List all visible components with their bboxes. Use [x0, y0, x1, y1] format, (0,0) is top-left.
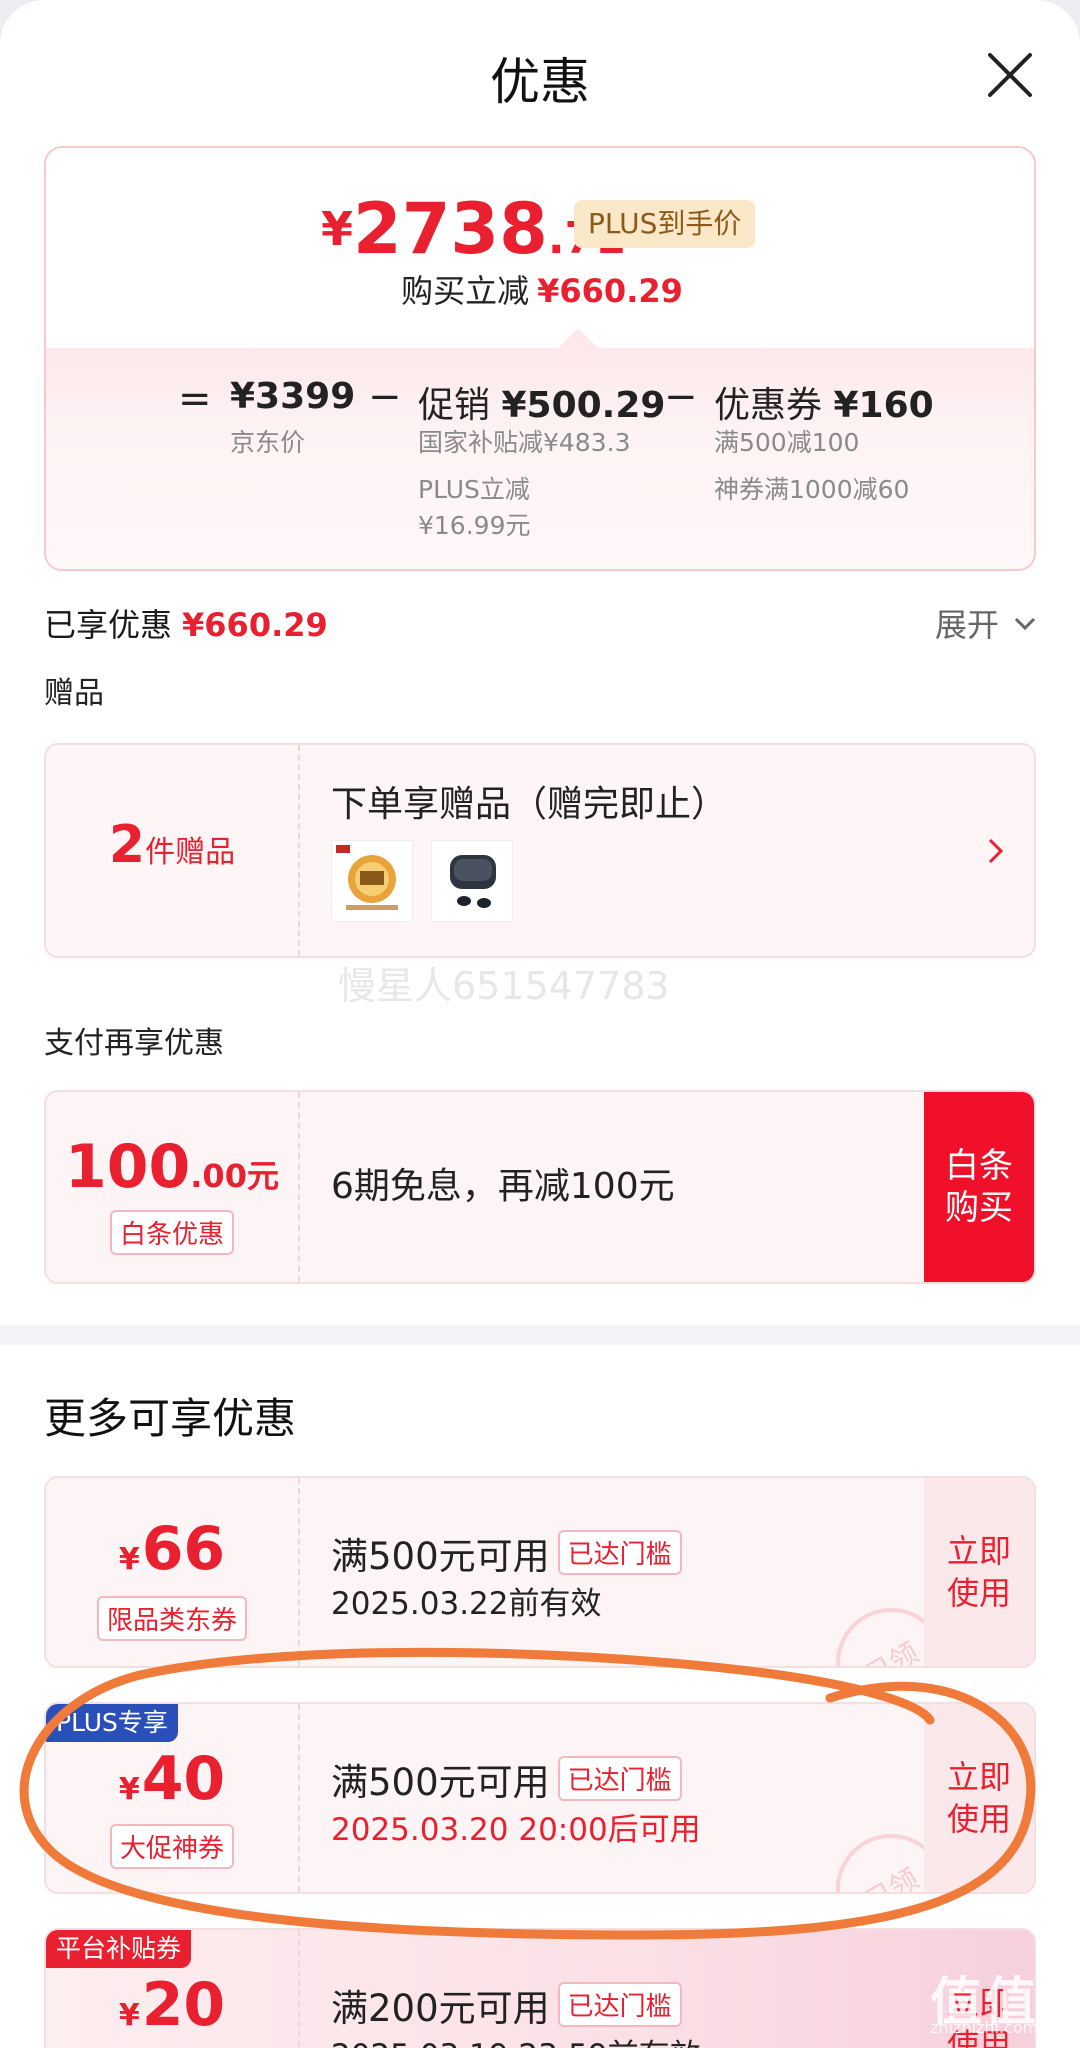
coupon-amount: ¥66 — [118, 1514, 226, 1584]
coupon-type-wrap: 大促神券 — [46, 1824, 298, 1869]
card-divider — [298, 1930, 300, 2048]
coupon-amount-wrap: ¥66 — [46, 1514, 298, 1584]
baitiao-description: 6期免息，再减100元 — [331, 1166, 675, 1207]
coupon-validity: 2025.03.20 20:00后可用 — [331, 1812, 701, 1848]
coupon-detail-2: 神券满1000减60 — [714, 475, 910, 504]
baitiao-amount-integer: 100 — [65, 1132, 191, 1202]
use-now-button[interactable]: 立即使用 — [924, 1704, 1034, 1892]
equals-sign: = — [178, 376, 212, 422]
user-watermark: 慢星人651547783 — [338, 964, 670, 1008]
gift-title: 下单享赠品（赠完即止） — [331, 784, 728, 825]
use-now-label: 立即使用 — [946, 1758, 1011, 1838]
coupon-amount-wrap: ¥40 — [46, 1744, 298, 1814]
coupon-amount-value: 66 — [141, 1514, 226, 1584]
gift-badge-image — [331, 840, 413, 922]
baitiao-buy-label: 白条购买 — [945, 1146, 1013, 1228]
coupon-total: 优惠券 ¥160 — [714, 376, 934, 428]
coupon-amount-wrap: ¥20 — [46, 1970, 298, 2040]
baitiao-amount-decimal: .00元 — [190, 1157, 279, 1195]
coupon-type-tag: 限品类东券 — [96, 1596, 247, 1641]
card-divider — [298, 1704, 300, 1892]
promo-label: 促销 — [418, 385, 491, 426]
coupon-validity: 2025.03.22前有效 — [331, 1586, 602, 1622]
close-icon[interactable] — [985, 50, 1035, 100]
coupon-condition: 满500元可用 已达门槛 — [331, 1526, 682, 1580]
promo-national-subsidy: 国家补贴减¥483.3 — [418, 428, 631, 457]
baitiao-tag-wrap: 白条优惠 — [46, 1210, 298, 1255]
baitiao-buy-button[interactable]: 白条购买 — [924, 1092, 1034, 1282]
buy-discount-value: ¥660.29 — [537, 272, 683, 310]
gifts-section-label: 赠品 — [44, 676, 104, 711]
expand-button[interactable]: 展开 — [935, 600, 1037, 646]
coupon-condition-text: 满500元可用 — [331, 1761, 550, 1804]
more-offers-title: 更多可享优惠 — [44, 1394, 297, 1443]
coupon-type-wrap: 限品类东券 — [46, 1596, 298, 1641]
coupon-condition: 满500元可用 已达门槛 — [331, 1752, 682, 1806]
coupon-type-tag: 大促神券 — [109, 1824, 234, 1869]
plus-price-tag: PLUS到手价 — [574, 200, 756, 248]
promo-value: ¥500.29 — [501, 385, 666, 426]
enjoyed-discount: 已享优惠 ¥660.29 — [44, 600, 328, 646]
coupon-amount-value: 20 — [141, 1970, 226, 2040]
plus-exclusive-badge: PLUS专享 — [46, 1704, 178, 1742]
threshold-tag: 已达门槛 — [557, 1982, 682, 2027]
card-divider — [298, 1478, 300, 1666]
coupon-condition: 满200元可用 已达门槛 — [331, 1978, 682, 2032]
final-price-integer: 2738 — [353, 188, 548, 270]
final-price-currency: ¥ — [321, 202, 354, 256]
chevron-right-icon — [988, 838, 1004, 864]
jd-price: ¥3399 — [230, 376, 355, 417]
gift-count-unit: 件赠品 — [145, 835, 236, 870]
buy-discount-label: 购买立减 — [401, 272, 530, 310]
coupon-condition-text: 满200元可用 — [331, 1987, 550, 2030]
baitiao-card[interactable]: 100.00元 白条优惠 6期免息，再减100元 白条购买 — [44, 1090, 1036, 1284]
gift-count-number: 2 — [108, 815, 146, 875]
card-divider — [298, 745, 300, 956]
promo-plus-value: ¥16.99元 — [418, 511, 531, 540]
jd-price-value: ¥3399 — [230, 376, 356, 417]
buy-discount-line: 购买立减 ¥660.29 — [46, 266, 1034, 312]
coupon-sheet: 优惠 ¥2738.71 PLUS到手价 购买立减¥660.29 = ¥3399 … — [0, 0, 1080, 2048]
price-summary-card: ¥2738.71 PLUS到手价 购买立减¥660.29 = ¥3399 京东价… — [44, 146, 1036, 571]
threshold-tag: 已达门槛 — [557, 1530, 682, 1575]
sheet-header: 优惠 — [0, 0, 1080, 150]
coupon-amount: ¥20 — [118, 1970, 226, 2040]
site-url: zhizhizhi.com — [930, 2018, 1039, 2037]
use-now-label: 立即使用 — [946, 1532, 1011, 1612]
coupon-total-label: 优惠券 — [714, 385, 823, 426]
coupon-card[interactable]: ¥66 限品类东券 满500元可用 已达门槛 2025.03.22前有效 已领 立… — [44, 1476, 1036, 1668]
promo-total: 促销 ¥500.29 — [418, 376, 665, 428]
coupon-condition-text: 满500元可用 — [331, 1535, 550, 1578]
payment-section-label: 支付再享优惠 — [44, 1026, 224, 1061]
gift-card[interactable]: 2件赠品 下单享赠品（赠完即止） — [44, 743, 1036, 958]
jd-price-label: 京东价 — [230, 428, 306, 457]
coupon-total-value: ¥160 — [833, 385, 934, 426]
coupon-card[interactable]: 平台补贴券 ¥20 满200元可用已达门槛 2025.03.19 23:59前有… — [44, 1928, 1036, 2048]
coupon-amount: ¥40 — [118, 1744, 226, 1814]
minus-sign: − — [368, 374, 402, 420]
baitiao-amount: 100.00元 — [46, 1132, 298, 1202]
platform-subsidy-badge: 平台补贴券 — [46, 1930, 192, 1968]
use-now-button[interactable]: 立即使用 — [924, 1478, 1034, 1666]
earbuds-image — [431, 840, 513, 922]
enjoyed-label: 已享优惠 — [44, 606, 173, 644]
threshold-tag: 已达门槛 — [557, 1756, 682, 1801]
card-divider — [298, 1092, 300, 1282]
coupon-card[interactable]: PLUS专享 ¥40 大促神券 满500元可用 已达门槛 2025.03.20 2… — [44, 1702, 1036, 1894]
baitiao-tag: 白条优惠 — [109, 1210, 234, 1255]
section-gap — [0, 1325, 1080, 1345]
enjoyed-value: ¥660.29 — [182, 606, 328, 644]
expand-label: 展开 — [935, 606, 1000, 644]
sheet-title: 优惠 — [490, 53, 590, 111]
coupon-amount-value: 40 — [141, 1744, 226, 1814]
minus-sign: − — [664, 374, 698, 420]
coupon-detail-1: 满500减100 — [714, 428, 860, 457]
chevron-down-icon — [1015, 617, 1036, 631]
promo-plus-label: PLUS立减 — [418, 475, 530, 504]
gift-count: 2件赠品 — [46, 815, 298, 875]
coupon-validity: 2025.03.19 23:59前有效 — [331, 2030, 701, 2048]
